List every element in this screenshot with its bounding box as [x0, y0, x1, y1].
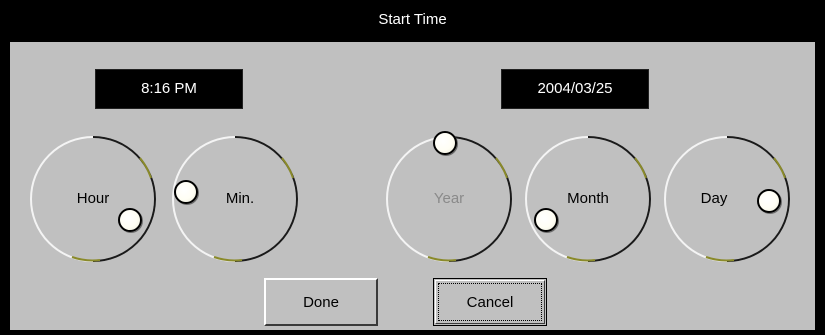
- dialog-title: Start Time: [378, 11, 447, 28]
- month-dial[interactable]: Month: [525, 136, 652, 262]
- year-dial-knob: [433, 131, 457, 155]
- cancel-button[interactable]: Cancel: [433, 278, 547, 326]
- start-time-dialog: Start Time 8:16 PM 2004/03/25 Hour Min. …: [0, 0, 825, 335]
- hour-dial-label: Hour: [76, 190, 110, 207]
- minute-dial-label: Min.: [225, 190, 255, 207]
- date-readout: 2004/03/25: [501, 69, 649, 109]
- dialog-body: 8:16 PM 2004/03/25 Hour Min. Year Month …: [10, 42, 815, 330]
- minute-dial-knob[interactable]: [174, 180, 198, 204]
- month-dial-knob[interactable]: [534, 208, 558, 232]
- year-dial-label: Year: [433, 190, 465, 207]
- day-dial-label: Day: [700, 190, 728, 207]
- month-dial-label: Month: [567, 190, 609, 207]
- hour-dial[interactable]: Hour: [30, 136, 157, 262]
- done-button[interactable]: Done: [264, 278, 378, 326]
- minute-dial[interactable]: Min.: [172, 136, 299, 262]
- cancel-button-label: Cancel: [466, 293, 514, 311]
- day-dial-knob[interactable]: [757, 189, 781, 213]
- time-readout: 8:16 PM: [95, 69, 243, 109]
- hour-dial-knob[interactable]: [118, 208, 142, 232]
- title-bar: Start Time: [0, 0, 825, 42]
- year-dial: Year: [386, 131, 513, 262]
- day-dial[interactable]: Day: [664, 136, 791, 262]
